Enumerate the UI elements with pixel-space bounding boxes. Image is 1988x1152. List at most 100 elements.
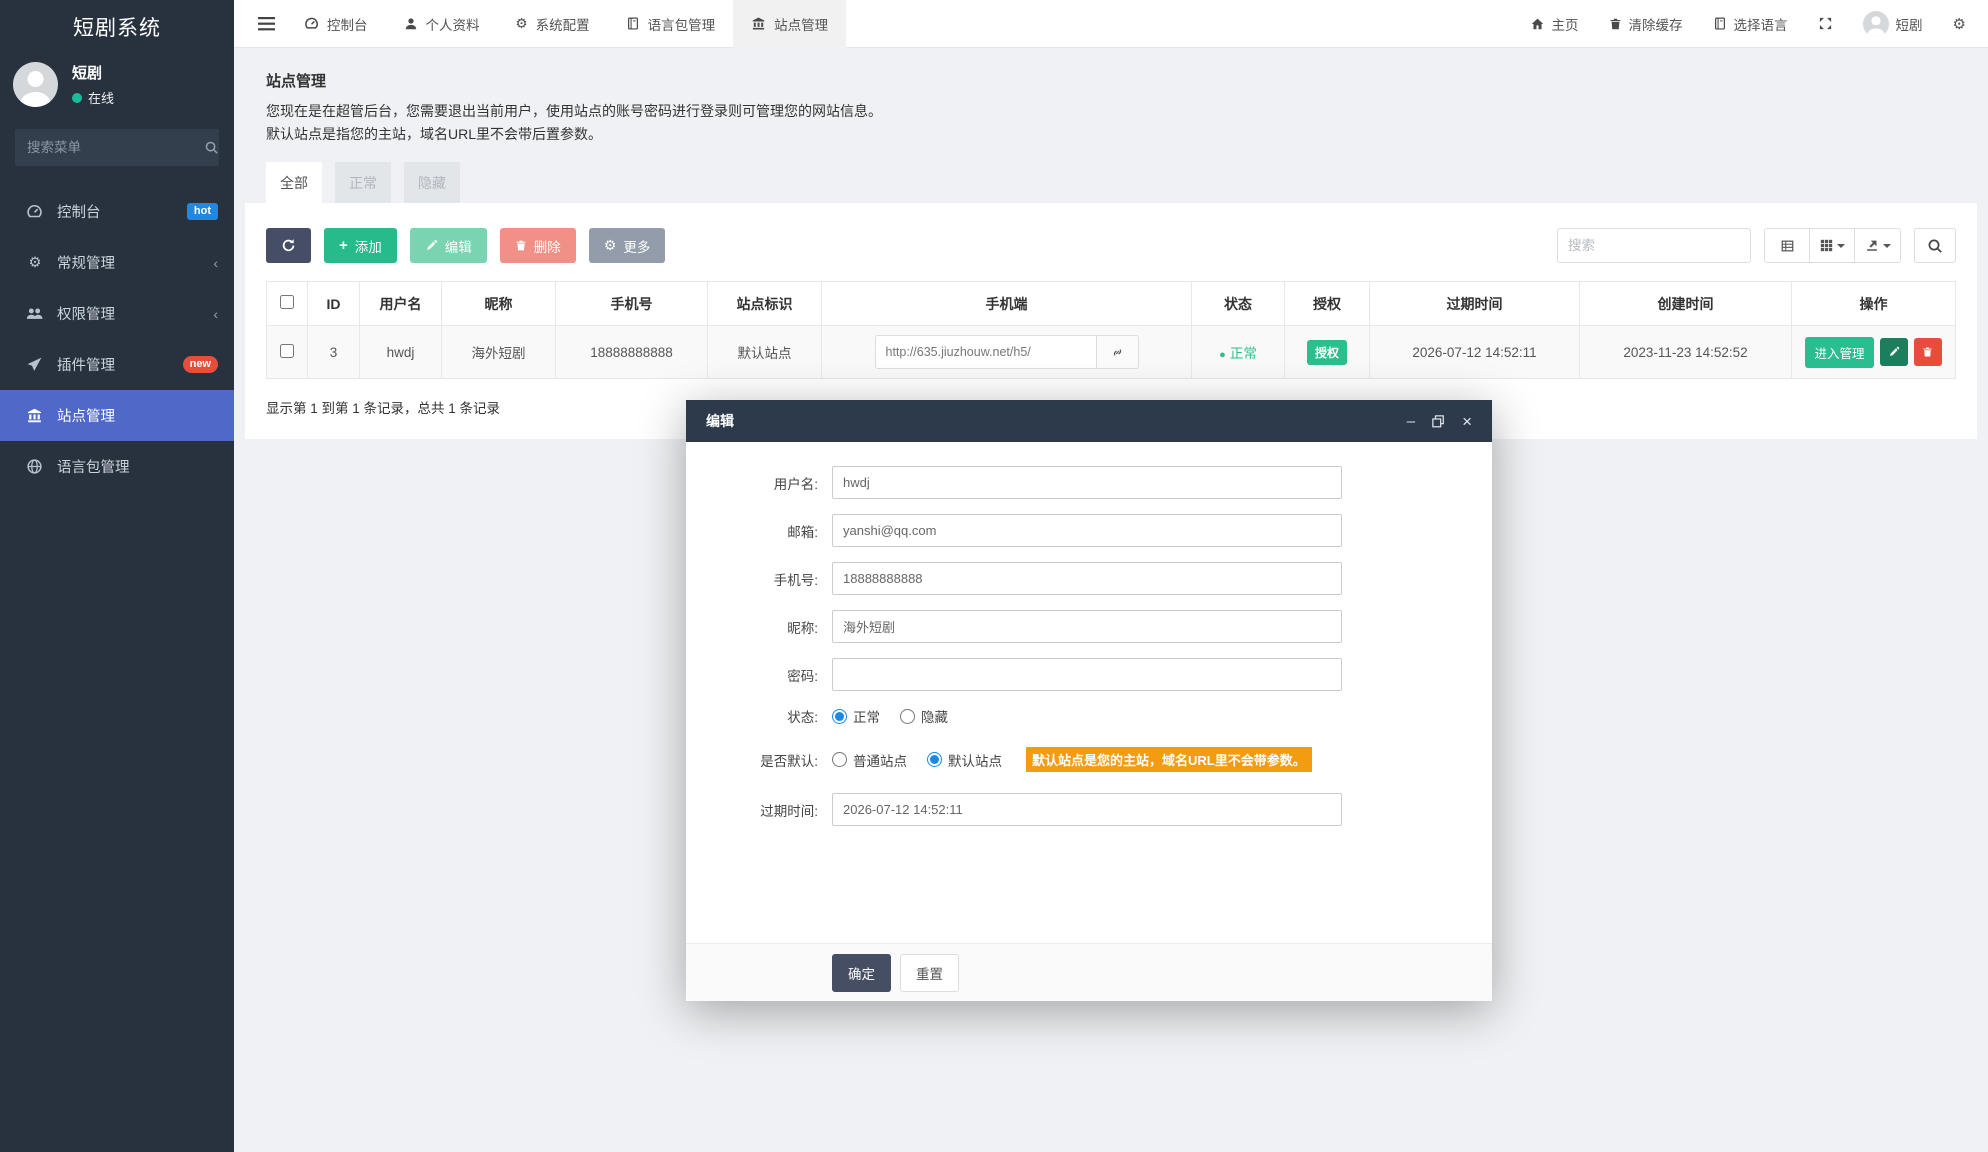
filter-tab-normal[interactable]: 正常 <box>335 162 391 203</box>
sidebar-item-general[interactable]: ⚙ 常规管理 ‹ <box>0 237 234 288</box>
avatar <box>1863 11 1889 37</box>
auth-badge[interactable]: 授权 <box>1307 340 1347 365</box>
nickname-field[interactable] <box>832 610 1342 643</box>
phone-label: 手机号: <box>686 569 832 589</box>
nickname-label: 昵称: <box>686 617 832 637</box>
gear-icon: ⚙ <box>516 16 528 32</box>
refresh-icon <box>281 238 296 253</box>
language-book-icon <box>1713 16 1727 31</box>
toolbar-right <box>1557 228 1956 263</box>
is-default-label: 是否默认: <box>686 750 832 770</box>
mobile-url-input[interactable] <box>875 335 1097 369</box>
choose-language-link[interactable]: 选择语言 <box>1713 14 1788 34</box>
tab-sites[interactable]: 站点管理 <box>733 0 846 48</box>
status-radio-hidden[interactable] <box>900 709 915 724</box>
close-icon[interactable]: × <box>1462 413 1472 430</box>
table-row: 3 hwdj 海外短剧 18888888888 默认站点 <box>267 326 1956 379</box>
sidebar-item-langpack[interactable]: 语言包管理 <box>0 441 234 492</box>
default-radio-ordinary[interactable] <box>832 752 847 767</box>
enter-manage-button[interactable]: 进入管理 <box>1805 337 1873 368</box>
maximize-icon[interactable] <box>1432 415 1445 428</box>
status-option-hidden[interactable]: 隐藏 <box>900 706 948 726</box>
copy-link-button[interactable] <box>1097 335 1139 369</box>
cell-status: ●正常 <box>1192 326 1285 379</box>
status-label: 状态: <box>686 706 832 726</box>
sites-table: ID 用户名 昵称 手机号 站点标识 手机端 状态 授权 过期时间 创建时间 操… <box>266 281 1956 379</box>
sidebar-item-dashboard[interactable]: 控制台 hot <box>0 186 234 237</box>
row-edit-button[interactable] <box>1880 338 1908 366</box>
search-icon[interactable] <box>204 140 219 155</box>
table-toolbar: + 添加 编辑 删除 ⚙ 更多 <box>266 228 1956 263</box>
password-label: 密码: <box>686 665 832 685</box>
filter-tab-all[interactable]: 全部 <box>266 162 322 203</box>
confirm-button[interactable]: 确定 <box>832 954 891 992</box>
add-button[interactable]: + 添加 <box>324 228 397 263</box>
reset-button[interactable]: 重置 <box>900 954 959 992</box>
app-root: 短剧系统 短剧 在线 控制台 hot ⚙ 常规管理 <box>0 0 1988 1152</box>
modal-header[interactable]: 编辑 – × <box>686 400 1492 442</box>
default-site-note: 默认站点是您的主站，域名URL里不会带参数。 <box>1026 747 1312 772</box>
row-checkbox[interactable] <box>280 344 294 358</box>
select-all-checkbox[interactable] <box>280 295 294 309</box>
filter-tabs: 全部 正常 隐藏 <box>266 162 1977 203</box>
filter-tab-hidden[interactable]: 隐藏 <box>404 162 460 203</box>
table-search-input[interactable] <box>1557 228 1751 263</box>
sidebar-item-plugins[interactable]: 插件管理 new <box>0 339 234 390</box>
delete-button[interactable]: 删除 <box>500 228 576 263</box>
default-option-ordinary[interactable]: 普通站点 <box>832 750 907 770</box>
columns-button[interactable] <box>1810 229 1855 262</box>
expire-time-field[interactable] <box>832 793 1342 826</box>
default-option-default[interactable]: 默认站点 <box>927 750 1002 770</box>
fullscreen-icon <box>1818 16 1833 31</box>
hamburger-icon[interactable] <box>246 0 286 48</box>
cell-nickname: 海外短剧 <box>442 326 556 379</box>
export-button[interactable] <box>1855 229 1900 262</box>
settings-menu[interactable]: ⚙ <box>1953 15 1966 33</box>
dashboard-icon <box>304 16 319 31</box>
sidebar-item-sites[interactable]: 站点管理 <box>0 390 234 441</box>
edit-button[interactable]: 编辑 <box>410 228 487 263</box>
refresh-button[interactable] <box>266 228 311 263</box>
cell-phone: 18888888888 <box>556 326 708 379</box>
pencil-icon <box>1888 346 1900 358</box>
status-radio-normal[interactable] <box>832 709 847 724</box>
sidebar-search-input[interactable] <box>27 140 204 155</box>
field-row-phone: 手机号: <box>686 562 1492 595</box>
sidebar-user-status: 在线 <box>88 88 114 107</box>
caret-down-icon <box>1837 244 1845 248</box>
sidebar-item-permissions[interactable]: 权限管理 ‹ <box>0 288 234 339</box>
expire-label: 过期时间: <box>686 800 832 820</box>
clear-cache-link[interactable]: 清除缓存 <box>1609 14 1683 34</box>
username-field[interactable] <box>832 466 1342 499</box>
username-label: 用户名: <box>686 473 832 493</box>
table-view-button[interactable] <box>1765 229 1810 262</box>
cell-create-time: 2023-11-23 14:52:52 <box>1580 326 1792 379</box>
tab-profile[interactable]: 个人资料 <box>386 0 498 48</box>
password-field[interactable] <box>832 658 1342 691</box>
trash-icon <box>1922 346 1933 358</box>
tab-dashboard[interactable]: 控制台 <box>286 0 386 48</box>
more-button[interactable]: ⚙ 更多 <box>589 228 666 263</box>
tab-langpack[interactable]: 语言包管理 <box>608 0 734 48</box>
minimize-icon[interactable]: – <box>1407 414 1415 429</box>
modal-window-controls: – × <box>1407 413 1472 430</box>
nav-user[interactable]: 短剧 <box>1863 11 1923 37</box>
rocket-icon <box>26 356 44 373</box>
status-dot-icon: ● <box>1219 349 1226 361</box>
sidebar-search <box>15 129 219 166</box>
edit-modal: 编辑 – × 用户名: 邮箱: 手机号: 昵称: <box>686 400 1492 1001</box>
status-option-normal[interactable]: 正常 <box>832 706 880 726</box>
cell-operations: 进入管理 <box>1792 326 1956 379</box>
field-row-expire: 过期时间: <box>686 793 1492 826</box>
fullscreen-toggle[interactable] <box>1818 16 1833 31</box>
home-link[interactable]: 主页 <box>1530 14 1579 34</box>
tab-sysconfig[interactable]: ⚙ 系统配置 <box>498 0 608 48</box>
hot-badge: hot <box>187 203 218 220</box>
online-dot-icon <box>72 93 82 103</box>
search-submit-button[interactable] <box>1914 228 1956 263</box>
chevron-left-icon: ‹ <box>213 255 218 271</box>
row-delete-button[interactable] <box>1914 338 1942 366</box>
email-field[interactable] <box>832 514 1342 547</box>
phone-field[interactable] <box>832 562 1342 595</box>
default-radio-default[interactable] <box>927 752 942 767</box>
